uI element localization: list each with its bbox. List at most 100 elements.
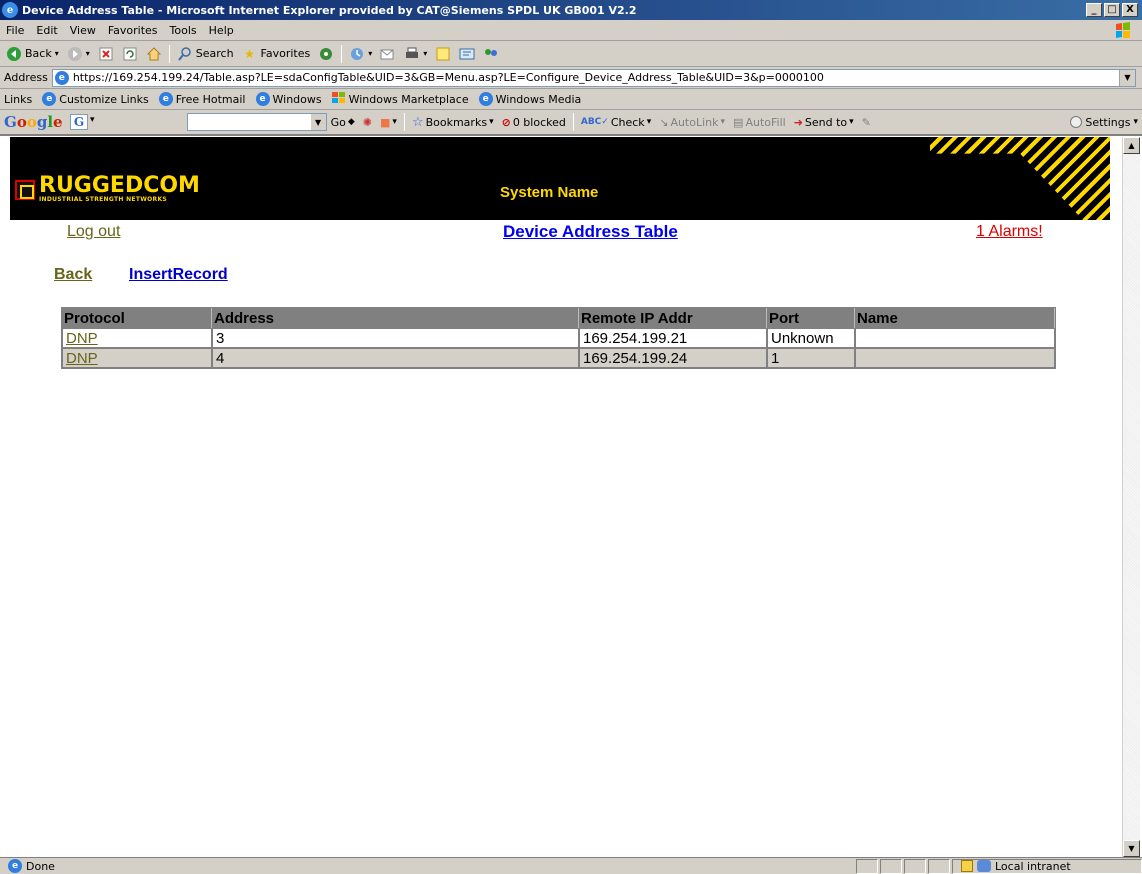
- menu-file[interactable]: File: [0, 24, 30, 37]
- column-header-protocol: Protocol: [62, 308, 212, 328]
- google-search-dropdown[interactable]: ▼: [310, 114, 326, 130]
- links-bar: Links e Customize Links e Free Hotmail e…: [0, 89, 1142, 110]
- menu-favorites[interactable]: Favorites: [102, 24, 164, 37]
- windows-flag-icon: [331, 91, 346, 107]
- google-spellcheck-button[interactable]: ABC✓ Check ▾: [581, 116, 651, 129]
- name-cell: [855, 328, 1055, 348]
- toolbar-separator: [168, 44, 170, 63]
- menu-help[interactable]: Help: [203, 24, 240, 37]
- status-cell: [928, 858, 950, 874]
- link-customize-links[interactable]: e Customize Links: [42, 92, 149, 106]
- google-autofill-button[interactable]: ▤ AutoFill: [733, 116, 786, 129]
- address-bar: Address e https://169.254.199.24/Table.a…: [0, 67, 1142, 89]
- google-news-button[interactable]: ✺: [363, 116, 372, 129]
- note-icon: [435, 46, 451, 62]
- favorites-button[interactable]: ★ Favorites: [238, 43, 315, 65]
- status-bar: e Done Local intranet: [0, 857, 1142, 874]
- window-title-bar: e Device Address Table - Microsoft Inter…: [0, 0, 1142, 20]
- favorites-label: Favorites: [260, 47, 311, 60]
- minimize-button[interactable]: _: [1086, 3, 1102, 17]
- zone-label: Local intranet: [995, 859, 1071, 873]
- link-free-hotmail[interactable]: e Free Hotmail: [158, 92, 246, 106]
- google-popup-blocker[interactable]: ⊘ 0 blocked: [502, 116, 566, 129]
- ie-icon: e: [2, 2, 18, 18]
- insert-record-link[interactable]: InsertRecord: [129, 266, 228, 284]
- menu-edit[interactable]: Edit: [30, 24, 63, 37]
- address-dropdown-button[interactable]: ▼: [1119, 69, 1135, 86]
- media-button[interactable]: [314, 43, 338, 65]
- history-button[interactable]: ▾: [345, 43, 376, 65]
- column-header-name: Name: [855, 308, 1055, 328]
- stop-button[interactable]: [94, 43, 118, 65]
- history-icon: [349, 46, 365, 62]
- research-icon: [459, 46, 475, 62]
- link-label: Customize Links: [59, 92, 149, 106]
- protocol-link[interactable]: DNP: [62, 328, 212, 348]
- table-row: DNP 4 169.254.199.24 1: [62, 348, 1055, 368]
- chevron-down-icon: ▾: [720, 117, 726, 127]
- ie-icon: e: [8, 859, 22, 873]
- maximize-button[interactable]: □: [1104, 3, 1120, 17]
- scroll-up-button[interactable]: ▲: [1123, 137, 1140, 154]
- page-title[interactable]: Device Address Table: [503, 222, 678, 242]
- home-button[interactable]: [142, 43, 166, 65]
- google-toolbar: Google G ▾ ▼ Go ◆ ✺ ■ ▾ ☆ Bookmarks ▾ ⊘ …: [0, 110, 1142, 135]
- refresh-button[interactable]: [118, 43, 142, 65]
- link-windows[interactable]: e Windows: [255, 92, 322, 106]
- google-g-icon[interactable]: G: [70, 114, 88, 130]
- brand-name: RUGGEDCOM: [39, 173, 200, 198]
- messenger-button[interactable]: [479, 43, 503, 65]
- home-icon: [146, 46, 162, 62]
- lock-icon: [961, 860, 973, 872]
- google-logo[interactable]: Google: [4, 113, 63, 131]
- google-apps-button[interactable]: ■ ▾: [380, 116, 397, 129]
- link-windows-media[interactable]: e Windows Media: [478, 92, 581, 106]
- link-windows-marketplace[interactable]: Windows Marketplace: [331, 91, 469, 107]
- google-bookmarks-button[interactable]: ☆ Bookmarks ▾: [412, 115, 494, 130]
- protocol-link[interactable]: DNP: [62, 348, 212, 368]
- print-button[interactable]: ▾: [400, 43, 431, 65]
- news-icon: ✺: [362, 115, 372, 129]
- chevron-down-icon: ▾: [368, 49, 373, 58]
- ruggedcom-logo: RUGGEDCOM INDUSTRIAL STRENGTH NETWORKS: [15, 173, 200, 203]
- autofill-icon: ▤: [733, 115, 744, 129]
- page-icon: e: [54, 70, 69, 85]
- alarms-link[interactable]: 1 Alarms!: [976, 223, 1043, 241]
- menu-tools[interactable]: Tools: [164, 24, 203, 37]
- send-arrow-icon: ➜: [793, 115, 803, 129]
- vertical-scrollbar[interactable]: ▲ ▼: [1122, 137, 1140, 857]
- chevron-down-icon: ▾: [54, 49, 59, 58]
- back-button[interactable]: Back ▾: [2, 43, 63, 65]
- name-cell: [855, 348, 1055, 368]
- scroll-down-button[interactable]: ▼: [1123, 840, 1140, 857]
- close-button[interactable]: X: [1122, 3, 1138, 17]
- google-highlight-button[interactable]: ✎: [862, 116, 871, 129]
- address-url: https://169.254.199.24/Table.asp?LE=sdaC…: [72, 71, 824, 84]
- google-sendto-button[interactable]: ➜ Send to ▾: [794, 116, 854, 129]
- device-address-table: Protocol Address Remote IP Addr Port Nam…: [61, 307, 1056, 369]
- address-input[interactable]: e https://169.254.199.24/Table.asp?LE=sd…: [51, 68, 1136, 87]
- forward-button[interactable]: ▾: [63, 43, 94, 65]
- menu-view[interactable]: View: [64, 24, 102, 37]
- search-button[interactable]: Search: [173, 43, 238, 65]
- ruggedcom-logo-mark-icon: [15, 179, 35, 200]
- toolbar-separator: [341, 44, 343, 63]
- google-search-input[interactable]: ▼: [186, 113, 327, 131]
- hazard-stripes: [930, 137, 1110, 220]
- links-label: Links: [4, 92, 33, 106]
- security-zone[interactable]: Local intranet: [952, 858, 1142, 874]
- edit-button[interactable]: [431, 43, 455, 65]
- column-header-port: Port: [767, 308, 855, 328]
- back-link[interactable]: Back: [54, 266, 92, 284]
- port-cell: 1: [767, 348, 855, 368]
- star-icon: ★: [244, 46, 255, 61]
- chevron-down-icon: ▾: [646, 117, 652, 127]
- media-icon: [318, 46, 334, 62]
- google-settings-button[interactable]: Settings ▾: [1070, 116, 1138, 129]
- logout-link[interactable]: Log out: [67, 223, 120, 241]
- google-go-button[interactable]: Go ◆: [331, 116, 355, 129]
- mail-button[interactable]: [376, 43, 400, 65]
- research-button[interactable]: [455, 43, 479, 65]
- google-autolink-button[interactable]: ↘ AutoLink ▾: [659, 116, 725, 129]
- column-header-address: Address: [212, 308, 579, 328]
